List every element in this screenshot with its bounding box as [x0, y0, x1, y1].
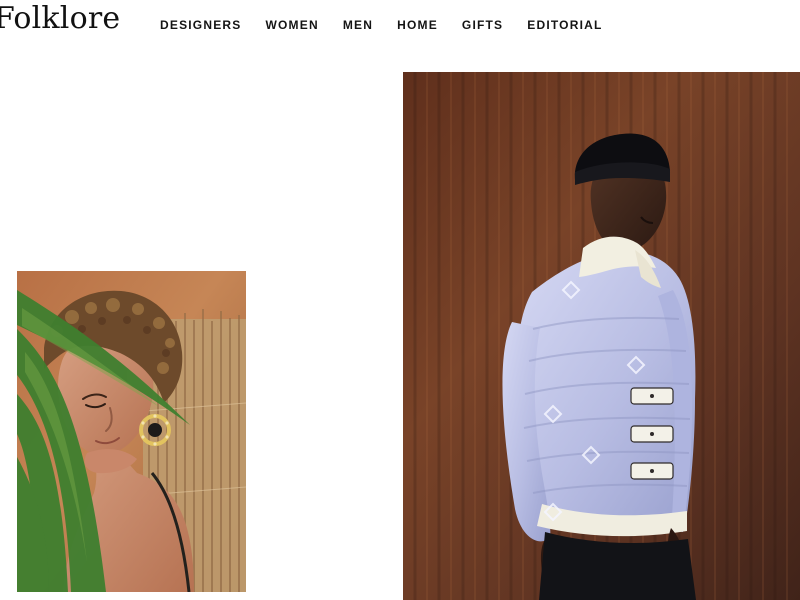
brand-logo[interactable]: Folklore: [0, 1, 120, 37]
women-editorial-image[interactable]: [17, 271, 246, 592]
nav-item-women[interactable]: WOMEN: [265, 18, 318, 32]
nav-item-gifts[interactable]: GIFTS: [462, 18, 503, 32]
women-editorial-illustration: [17, 271, 246, 592]
nav-item-editorial[interactable]: EDITORIAL: [527, 18, 602, 32]
site-header: Folklore DESIGNERS WOMEN MEN HOME GIFTS …: [0, 0, 800, 52]
men-editorial-image[interactable]: [403, 72, 800, 600]
page: Folklore DESIGNERS WOMEN MEN HOME GIFTS …: [0, 0, 800, 600]
nav-item-home[interactable]: HOME: [397, 18, 438, 32]
nav-item-designers[interactable]: DESIGNERS: [160, 18, 241, 32]
nav-item-men[interactable]: MEN: [343, 18, 373, 32]
men-editorial-illustration: [403, 72, 800, 600]
main-nav: DESIGNERS WOMEN MEN HOME GIFTS EDITORIAL: [160, 18, 603, 32]
